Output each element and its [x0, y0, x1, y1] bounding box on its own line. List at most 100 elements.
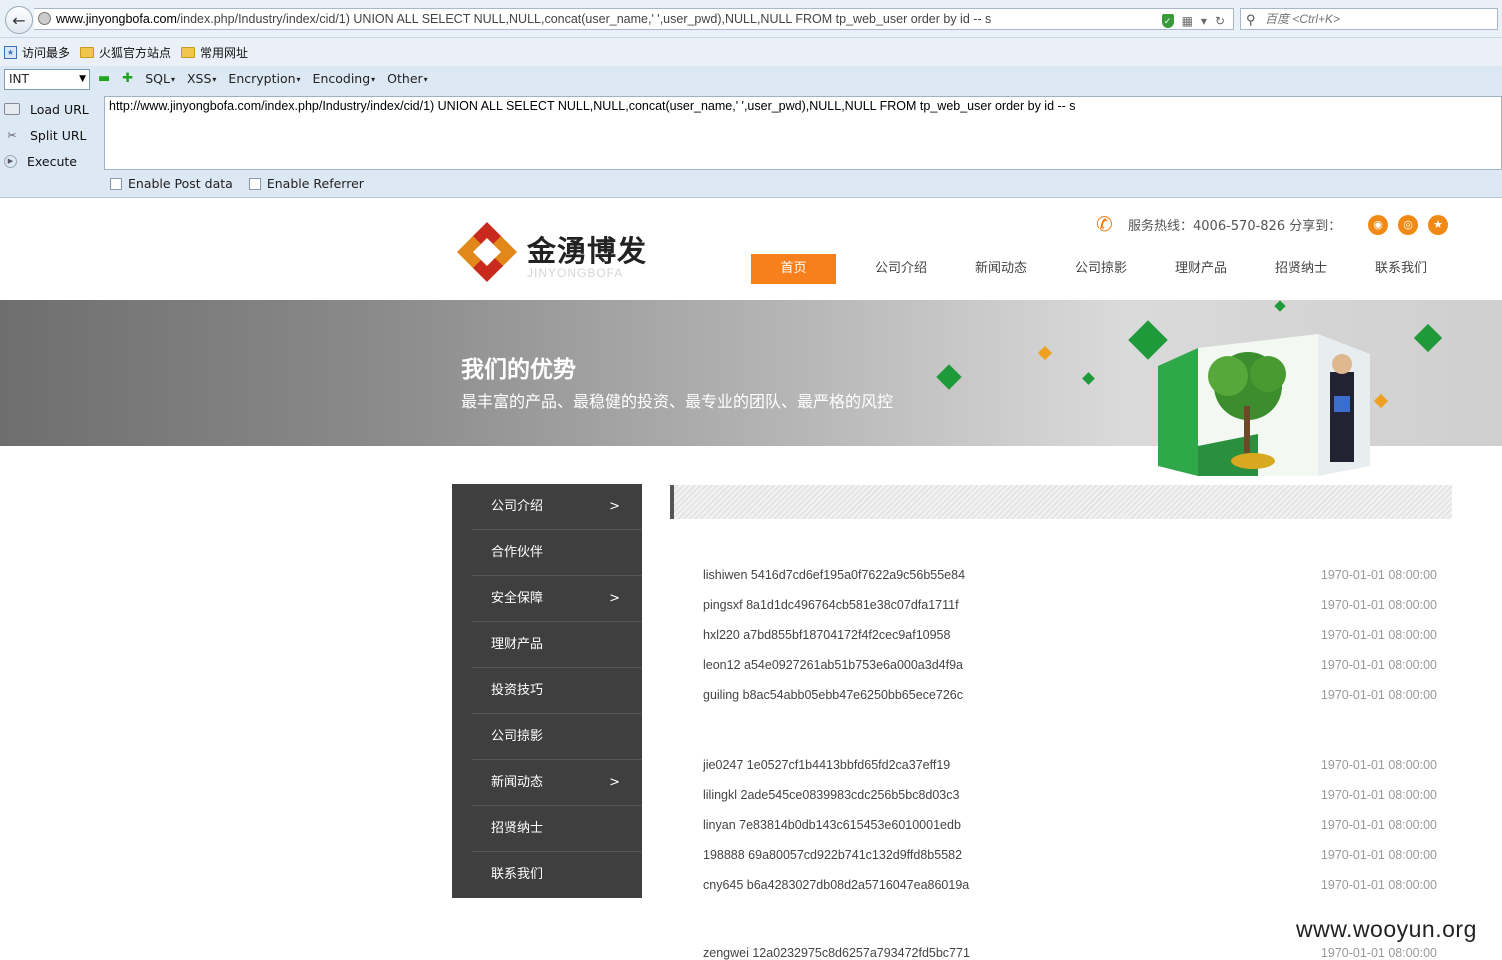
- hotline: ✆ 服务热线：4006-570-826 分享到：: [1096, 212, 1341, 236]
- list-item-title: linyan 7e83814b0db143c615453e6010001edb: [703, 818, 961, 832]
- dropdown-icon[interactable]: ▾: [1201, 11, 1207, 29]
- url-path: /index.php/Industry/index/cid/1) UNION A…: [176, 12, 992, 26]
- shield-icon[interactable]: ✓: [1161, 14, 1174, 28]
- gem-decoration: [1082, 372, 1095, 385]
- sidebar-item-label: 合作伙伴: [491, 545, 544, 560]
- sidebar-item-label: 安全保障: [491, 591, 544, 606]
- sidebar-item-jobs[interactable]: 招贤纳士: [452, 806, 642, 852]
- bookmark-common-sites[interactable]: 常用网址: [181, 44, 248, 61]
- list-item-title: 198888 69a80057cd922b741c132d9ffd8b5582: [703, 848, 963, 862]
- hackbar-menu: ▬ ✚ SQL XSS Encryption Encoding Other: [98, 71, 428, 86]
- sidebar-item-label: 联系我们: [491, 867, 544, 882]
- list-item[interactable]: jie0247 1e0527cf1b4413bbfd65fd2ca37eff19…: [703, 758, 1437, 778]
- site-header: 金湧博发 JINYONGBOFA ✆ 服务热线：4006-570-826 分享到…: [0, 198, 1502, 300]
- nav-news[interactable]: 新闻动态: [951, 254, 1051, 284]
- nav-products[interactable]: 理财产品: [1151, 254, 1251, 284]
- split-url-label: Split URL: [30, 127, 87, 143]
- nav-contact[interactable]: 联系我们: [1351, 254, 1451, 284]
- int-select[interactable]: INT ▼: [4, 69, 90, 90]
- sidebar-item-partners[interactable]: 合作伙伴: [452, 530, 642, 576]
- checkbox-box[interactable]: [248, 177, 261, 190]
- enable-referrer-checkbox[interactable]: Enable Referrer: [248, 176, 364, 191]
- list-item[interactable]: zengwei 12a0232975c8d6257a793472fd5bc771…: [703, 946, 1437, 960]
- bookmark-firefox-sites[interactable]: 火狐官方站点: [80, 44, 171, 61]
- chevron-down-icon: ▼: [79, 74, 86, 84]
- list-item-title: guiling b8ac54abb05ebb47e6250bb65ece726c: [703, 688, 963, 702]
- nav-about[interactable]: 公司介绍: [851, 254, 951, 284]
- list-item[interactable]: cny645 b6a4283027db08d2a5716047ea86019a 1…: [703, 878, 1437, 898]
- hackbar-options: Enable Post data Enable Referrer: [110, 176, 364, 191]
- globe-icon: [38, 12, 51, 25]
- bookmark-most-visited[interactable]: ★ 访问最多: [4, 44, 70, 61]
- list-item[interactable]: lishiwen 5416d7cd6ef195a0f7622a9c56b55e8…: [703, 568, 1437, 588]
- list-item-date: 1970-01-01 08:00:00: [1320, 788, 1437, 802]
- split-url-button[interactable]: ✂ Split URL: [0, 122, 104, 148]
- list-item[interactable]: linyan 7e83814b0db143c615453e6010001edb 1…: [703, 818, 1437, 838]
- sidebar-item-label: 公司掠影: [491, 729, 544, 744]
- sidebar-item-label: 公司介绍: [491, 499, 544, 514]
- list-item-title: pingsxf 8a1d1dc496764cb581e38c07dfa1711f: [703, 598, 959, 612]
- sidebar-menu: 公司介绍 > 合作伙伴 安全保障 > 理财产品 投资技巧 公司掠影 新闻动态 > 招贤…: [452, 484, 642, 898]
- back-arrow-icon: ←: [12, 10, 26, 30]
- list-item[interactable]: leon12 a54e0927261ab51b753e6a000a3d4f9a 1…: [703, 658, 1437, 678]
- sidebar-item-news[interactable]: 新闻动态 >: [452, 760, 642, 806]
- weibo-icon[interactable]: ◉: [1368, 215, 1388, 235]
- search-input[interactable]: ⚲ 百度 <Ctrl+K>: [1240, 8, 1498, 30]
- list-item-title: cny645 b6a4283027db08d2a5716047ea86019a: [703, 878, 970, 892]
- checkbox-box[interactable]: [110, 177, 122, 190]
- list-item-title: lishiwen 5416d7cd6ef195a0f7622a9c56b55e8…: [703, 568, 966, 582]
- sidebar-item-products[interactable]: 理财产品: [452, 622, 642, 668]
- hackbar-url-textarea[interactable]: http://www.jinyongbofa.com/index.php/Ind…: [104, 96, 1502, 170]
- list-item[interactable]: pingsxf 8a1d1dc496764cb581e38c07dfa1711f…: [703, 598, 1437, 618]
- minus-icon[interactable]: ▬: [98, 71, 110, 86]
- sidebar-item-gallery[interactable]: 公司掠影: [452, 714, 642, 760]
- menu-xss[interactable]: XSS: [187, 71, 216, 86]
- search-icon: ⚲: [1246, 12, 1256, 27]
- gem-decoration: [936, 364, 962, 390]
- list-item[interactable]: 198888 69a80057cd922b741c132d9ffd8b5582 1…: [703, 848, 1437, 868]
- folder-icon: [181, 46, 196, 58]
- menu-encryption[interactable]: Encryption: [228, 71, 300, 86]
- int-select-value: INT: [9, 72, 29, 86]
- sidebar-item-about[interactable]: 公司介绍 >: [452, 484, 642, 530]
- sidebar-item-label: 新闻动态: [491, 775, 544, 790]
- list-item-date: 1970-01-01 08:00:00: [1320, 818, 1437, 832]
- load-url-button[interactable]: Load URL: [0, 96, 104, 122]
- sidebar-item-security[interactable]: 安全保障 >: [452, 576, 642, 622]
- list-item-date: 1970-01-01 08:00:00: [1320, 568, 1437, 582]
- list-item[interactable]: guiling b8ac54abb05ebb47e6250bb65ece726c…: [703, 688, 1437, 708]
- nav-gallery[interactable]: 公司掠影: [1051, 254, 1151, 284]
- sidebar-item-tips[interactable]: 投资技巧: [452, 668, 642, 714]
- qzone-star-icon[interactable]: ★: [1428, 215, 1448, 235]
- nav-jobs[interactable]: 招贤纳士: [1251, 254, 1351, 284]
- address-bar[interactable]: www.jinyongbofa.com/index.php/Industry/i…: [34, 8, 1234, 30]
- load-url-icon: [4, 103, 20, 115]
- list-item-date: 1970-01-01 08:00:00: [1320, 848, 1437, 862]
- tree-box-illustration: [1158, 334, 1370, 476]
- list-item-title: zengwei 12a0232975c8d6257a793472fd5bc771: [703, 946, 970, 960]
- banner-title: 我们的优势: [461, 357, 576, 383]
- nav-home[interactable]: 首页: [751, 254, 836, 284]
- gem-decoration: [1274, 300, 1286, 312]
- banner-subtitle: 最丰富的产品、最稳健的投资、最专业的团队、最严格的风控: [461, 392, 894, 411]
- sidebar-item-contact[interactable]: 联系我们: [452, 852, 642, 898]
- list-item-date: 1970-01-01 08:00:00: [1320, 688, 1437, 702]
- menu-encoding[interactable]: Encoding: [313, 71, 376, 86]
- qr-code-icon[interactable]: ▦: [1182, 11, 1193, 29]
- wechat-icon[interactable]: ◎: [1398, 215, 1418, 235]
- execute-button[interactable]: ▶ Execute: [0, 148, 104, 174]
- search-placeholder: 百度 <Ctrl+K>: [1265, 12, 1341, 26]
- list-item-date: 1970-01-01 08:00:00: [1320, 628, 1437, 642]
- reload-icon[interactable]: ↻: [1215, 11, 1225, 29]
- enable-post-checkbox[interactable]: Enable Post data: [110, 176, 233, 191]
- site-logo[interactable]: 金湧博发 JINYONGBOFA: [455, 220, 655, 286]
- menu-sql[interactable]: SQL: [145, 71, 175, 86]
- back-button[interactable]: ←: [5, 6, 33, 34]
- gem-decoration: [1413, 323, 1443, 353]
- menu-other[interactable]: Other: [387, 71, 428, 86]
- list-item-date: 1970-01-01 08:00:00: [1320, 758, 1437, 772]
- list-item[interactable]: hxl220 a7bd855bf18704172f4f2cec9af10958 1…: [703, 628, 1437, 648]
- checkbox-label: Enable Post data: [128, 176, 233, 191]
- list-item[interactable]: lilingkl 2ade545ce0839983cdc256b5bc8d03c…: [703, 788, 1437, 808]
- plus-icon[interactable]: ✚: [122, 71, 133, 86]
